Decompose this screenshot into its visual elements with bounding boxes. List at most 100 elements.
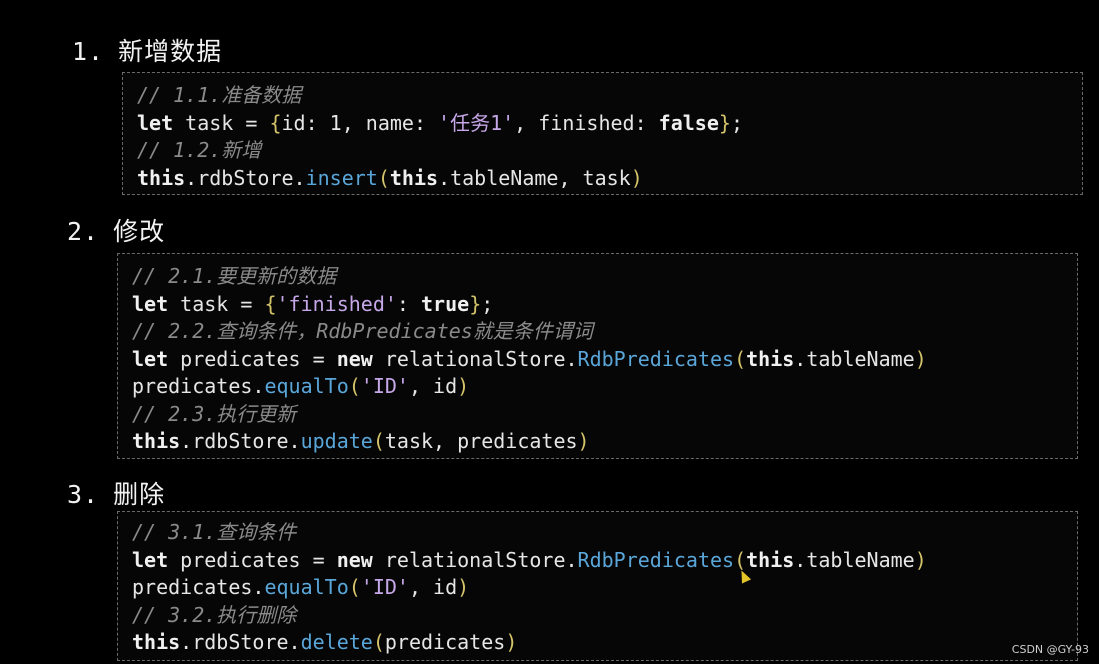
code-token: relationalStore. [372, 547, 578, 572]
code-token: let [132, 547, 169, 572]
code-token: RdbPredicates [577, 547, 735, 572]
code-line: let predicates = new relationalStore.Rdb… [132, 547, 927, 573]
code-line: this.rdbStore.update(task, predicates) [132, 428, 590, 454]
code-token: this [746, 346, 795, 371]
code-token: ( [372, 630, 385, 654]
section-1-number: 1. [72, 37, 105, 66]
section-2-number: 2. [67, 217, 100, 246]
comment-text: // 2.3.执行更新 [132, 401, 297, 426]
code-comment: // 1.1.准备数据 [137, 82, 301, 108]
code-line: predicates.equalTo('ID', id) [132, 574, 469, 600]
code-token: RdbPredicates [577, 346, 735, 371]
code-token: id: 1, name: [281, 110, 439, 135]
comment-text: // 1.1.准备数据 [137, 83, 302, 107]
code-block-update: // 2.1.要更新的数据 let task = {'finished': tru… [117, 253, 1078, 459]
code-line: this.rdbStore.delete(predicates) [132, 629, 517, 655]
code-token: predicates = [168, 346, 337, 371]
code-token: { [264, 291, 277, 316]
code-token: task, predicates [384, 429, 578, 453]
code-token: ; [481, 291, 494, 316]
code-token: predicates = [168, 547, 337, 572]
code-token: ) [914, 547, 927, 572]
code-token: predicates. [132, 374, 265, 398]
code-token: false [658, 110, 719, 135]
code-token: equalTo [264, 374, 349, 398]
code-token: ( [372, 429, 385, 453]
code-block-delete: // 3.1.查询条件 let predicates = new relation… [117, 511, 1078, 661]
code-line: predicates.equalTo('ID', id) [132, 373, 469, 399]
code-token: : [396, 291, 422, 316]
code-token: , id [408, 575, 458, 599]
section-3-title: 删除 [113, 480, 166, 509]
comment-text: // 3.2.执行删除 [132, 602, 297, 627]
comment-text: // 3.1.查询条件 [132, 520, 297, 544]
code-comment: // 1.2.新增 [137, 137, 261, 163]
code-token: new [336, 547, 373, 572]
code-token: predicates [384, 630, 506, 654]
code-token: 'finished' [276, 291, 397, 316]
comment-text: // 1.2.新增 [137, 138, 262, 162]
code-token: ) [630, 165, 643, 190]
code-token: ) [457, 575, 470, 599]
code-token: this [132, 429, 181, 453]
code-token: insert [305, 165, 378, 190]
code-token: { [269, 110, 282, 135]
code-token: task = [168, 291, 265, 316]
code-token: delete [300, 630, 373, 654]
comment-text: // 2.2.查询条件，RdbPredicates就是条件谓词 [132, 319, 593, 343]
code-token: ) [457, 374, 470, 398]
code-token: ( [734, 346, 747, 371]
code-token: .tableName [794, 346, 915, 371]
code-comment: // 3.1.查询条件 [132, 519, 296, 545]
comment-text: // 2.1.要更新的数据 [132, 264, 337, 288]
code-token: this [137, 165, 186, 190]
code-token: } [718, 110, 731, 135]
watermark: CSDN @GY-93 [1011, 643, 1089, 656]
code-token: '任务1' [438, 110, 515, 135]
code-block-insert: // 1.1.准备数据 let task = {id: 1, name: '任务1… [122, 72, 1083, 195]
section-2-heading: 2. 修改 [67, 212, 165, 248]
code-token: ) [577, 429, 590, 453]
code-token: , finished: [514, 110, 659, 135]
code-token: ) [505, 630, 518, 654]
code-token: this [389, 165, 439, 190]
code-token: true [421, 291, 470, 316]
code-token: ( [377, 165, 390, 190]
code-token: update [300, 429, 373, 453]
code-line: let task = {id: 1, name: '任务1', finished… [137, 110, 743, 136]
code-token: .tableName [794, 547, 915, 572]
code-token: equalTo [264, 575, 349, 599]
code-token: ( [348, 374, 361, 398]
section-1-heading: 1. 新增数据 [72, 32, 222, 68]
code-token: .rdbStore. [180, 429, 301, 453]
code-line: let task = {'finished': true}; [132, 291, 493, 317]
code-line: let predicates = new relationalStore.Rdb… [132, 346, 927, 372]
code-token: .rdbStore. [180, 630, 301, 654]
code-token: let [132, 291, 169, 316]
code-token: ) [914, 346, 927, 371]
code-token: new [336, 346, 373, 371]
code-token: ( [348, 575, 361, 599]
code-token: .tableName, task [438, 165, 631, 190]
code-comment: // 2.2.查询条件，RdbPredicates就是条件谓词 [132, 318, 593, 344]
section-3-heading: 3. 删除 [67, 475, 165, 511]
code-line: this.rdbStore.insert(this.tableName, tas… [137, 165, 643, 191]
code-token: let [137, 110, 174, 135]
code-token: , id [408, 374, 458, 398]
section-2-title: 修改 [113, 217, 166, 246]
section-1-title: 新增数据 [118, 37, 223, 66]
code-token: .rdbStore. [185, 165, 306, 190]
code-comment: // 2.3.执行更新 [132, 401, 296, 427]
code-token: task = [173, 110, 270, 135]
code-token: 'ID' [360, 575, 409, 599]
code-token: predicates. [132, 575, 265, 599]
code-comment: // 3.2.执行删除 [132, 602, 296, 628]
section-3-number: 3. [67, 480, 100, 509]
code-token: let [132, 346, 169, 371]
code-token: ; [730, 110, 743, 135]
code-token: relationalStore. [372, 346, 578, 371]
code-token: } [469, 291, 482, 316]
code-comment: // 2.1.要更新的数据 [132, 263, 336, 289]
code-token: 'ID' [360, 374, 409, 398]
code-token: this [746, 547, 795, 572]
